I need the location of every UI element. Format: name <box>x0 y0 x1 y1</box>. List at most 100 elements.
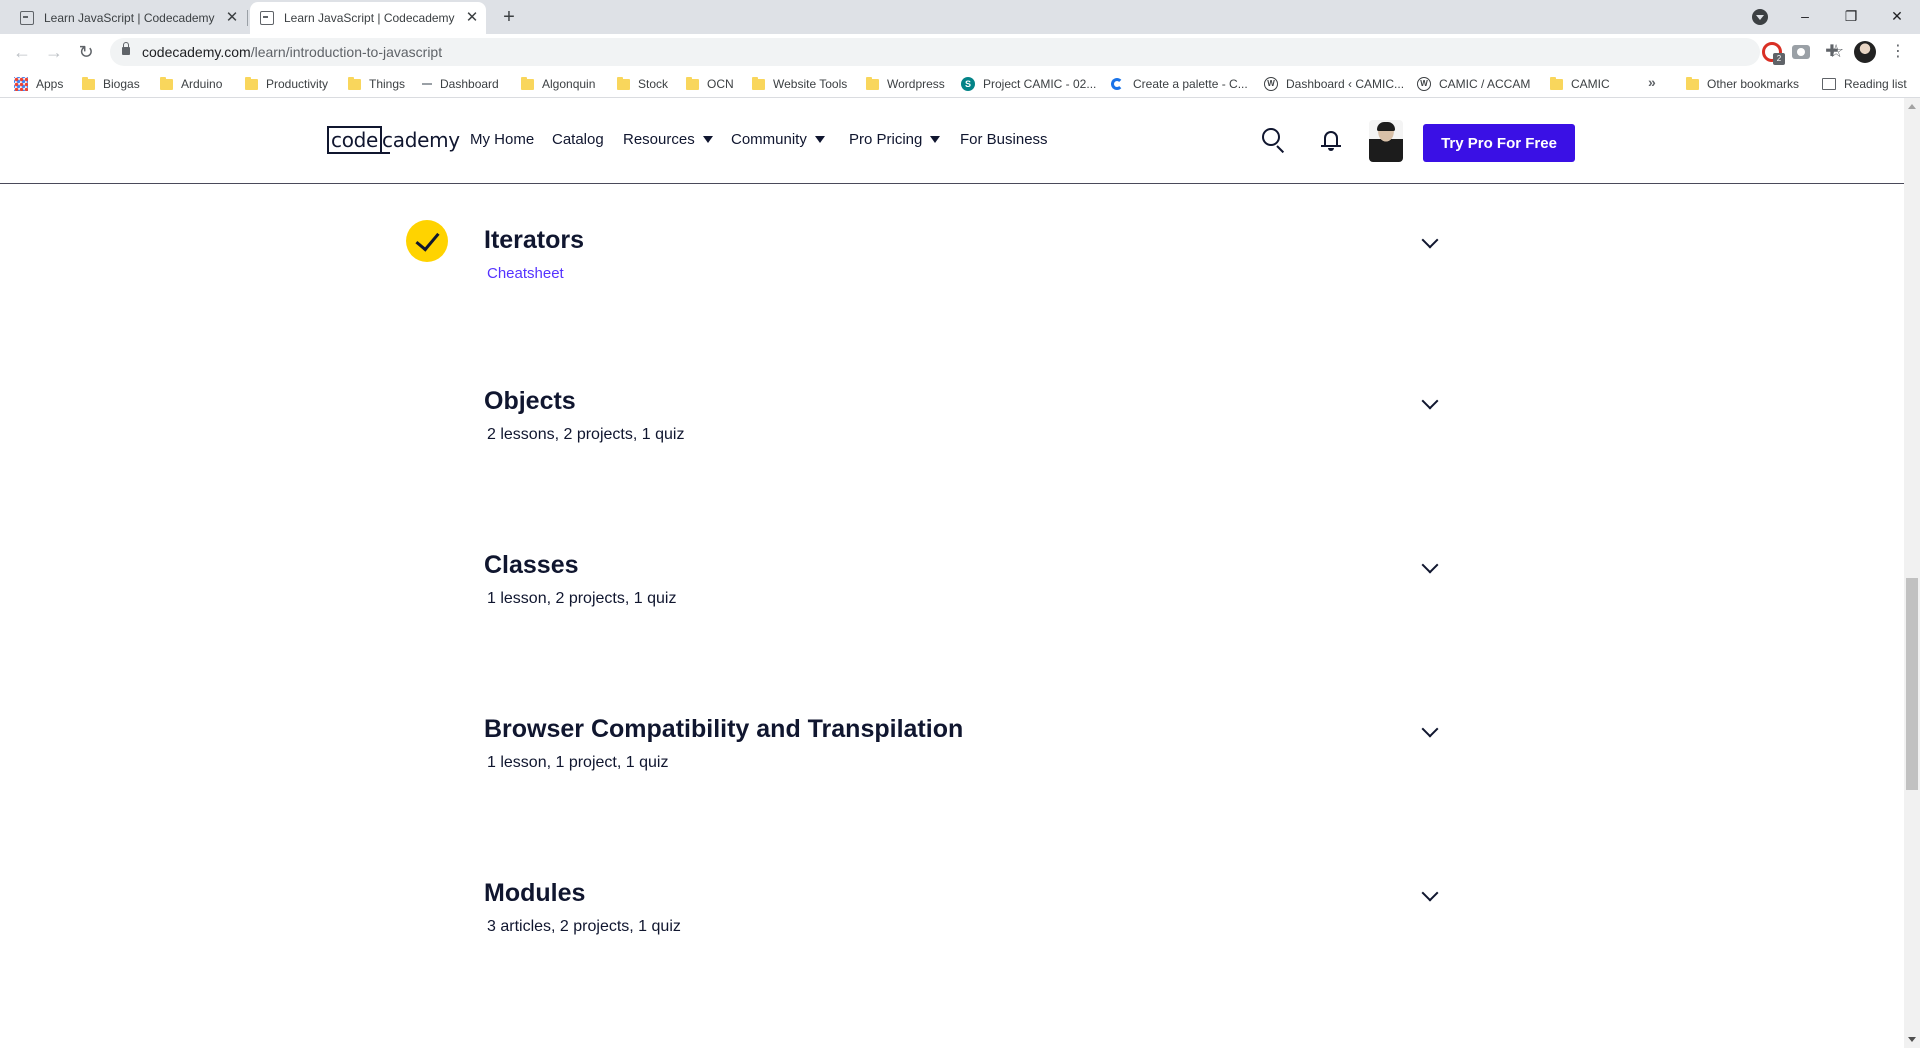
module-title: Iterators <box>484 226 585 254</box>
tab-search-icon[interactable] <box>1752 9 1768 25</box>
bookmark-folder[interactable]: Things <box>348 76 405 92</box>
bookmark-folder[interactable]: Wordpress <box>866 76 945 92</box>
wordpress-icon: W <box>1417 77 1431 91</box>
folder-icon <box>686 76 699 90</box>
close-tab-icon[interactable]: ✕ <box>464 10 480 26</box>
chevron-down-icon[interactable] <box>1421 723 1439 741</box>
bookmark-label: Dashboard ‹ CAMIC... <box>1286 77 1405 91</box>
bookmark-link[interactable]: Dashboard <box>422 76 499 92</box>
chevron-down-icon[interactable] <box>1421 559 1439 577</box>
user-avatar[interactable] <box>1369 120 1403 162</box>
caret-down-icon <box>814 136 825 143</box>
bookmark-label: Productivity <box>266 77 329 91</box>
bookmark-folder[interactable]: OCN <box>686 76 734 92</box>
bookmark-folder[interactable]: Algonquin <box>521 76 595 92</box>
search-icon[interactable] <box>1261 127 1287 154</box>
folder-icon <box>82 76 95 90</box>
bookmark-label: CAMIC <box>1571 77 1610 91</box>
bookmarks-bar: Apps Biogas Arduino Productivity Things … <box>0 70 1920 98</box>
bookmark-label: Reading list <box>1844 77 1907 91</box>
bookmark-folder[interactable]: Arduino <box>160 76 222 92</box>
new-tab-button[interactable]: + <box>498 6 520 28</box>
bookmark-link[interactable]: W Dashboard ‹ CAMIC... <box>1264 76 1404 92</box>
nav-catalog[interactable]: Catalog <box>552 131 604 148</box>
lock-icon <box>122 42 130 55</box>
extensions-puzzle-icon[interactable]: ✚ <box>1822 42 1842 62</box>
screenshot-extension-icon[interactable] <box>1792 45 1810 59</box>
codecademy-logo[interactable]: code cademy <box>327 125 460 155</box>
bookmark-label: Arduino <box>181 77 223 91</box>
bookmark-label: Wordpress <box>887 77 945 91</box>
bookmark-folder[interactable]: Website Tools <box>752 76 847 92</box>
folder-icon <box>160 76 173 90</box>
bell-clapper <box>1328 148 1334 151</box>
notifications-bell-icon[interactable] <box>1321 130 1341 152</box>
folder-icon <box>617 76 630 90</box>
wordpress-icon: W <box>1264 77 1278 91</box>
chevron-down-icon[interactable] <box>1421 887 1439 905</box>
caret-down-icon <box>702 136 713 143</box>
reload-button[interactable]: ↻ <box>74 40 98 64</box>
logo-text: cademy <box>380 128 460 154</box>
url-text: codecademy.com/learn/introduction-to-jav… <box>142 44 442 60</box>
nav-label: Pro Pricing <box>849 131 923 148</box>
bookmark-link[interactable]: W CAMIC / ACCAM <box>1417 76 1530 92</box>
restore-button[interactable]: ❐ <box>1838 4 1864 28</box>
other-bookmarks[interactable]: Other bookmarks <box>1686 76 1799 92</box>
try-pro-button[interactable]: Try Pro For Free <box>1423 124 1575 162</box>
back-button[interactable]: ← <box>10 40 34 64</box>
bookmark-label: Dashboard <box>440 77 499 91</box>
extension-icon[interactable]: 2 <box>1762 42 1785 65</box>
browser-tab-strip: Learn JavaScript | Codecademy ✕ Learn Ja… <box>0 0 1920 34</box>
page-content: code cademy My Home Catalog Resources Com… <box>0 98 1904 1048</box>
forward-button[interactable]: → <box>42 40 66 64</box>
module-summary: 3 articles, 2 projects, 1 quiz <box>487 918 681 935</box>
close-tab-icon[interactable]: ✕ <box>224 10 240 26</box>
nav-label: Resources <box>623 131 695 148</box>
chevron-down-icon[interactable] <box>1421 395 1439 413</box>
reading-list[interactable]: Reading list <box>1822 76 1907 92</box>
bookmark-link[interactable]: S Project CAMIC - 02... <box>961 76 1096 92</box>
bookmark-folder[interactable]: CAMIC <box>1550 76 1610 92</box>
folder-icon <box>245 76 258 90</box>
browser-menu-icon[interactable]: ⋮ <box>1888 42 1908 62</box>
scroll-up-arrow-icon[interactable] <box>1908 104 1916 109</box>
profile-avatar[interactable] <box>1854 41 1876 63</box>
nav-my-home[interactable]: My Home <box>470 131 534 148</box>
bookmark-label: Biogas <box>103 77 140 91</box>
logo-boxed-text: code <box>327 126 383 154</box>
nav-resources[interactable]: Resources <box>623 131 713 148</box>
tab-title: Learn JavaScript | Codecademy <box>44 11 215 25</box>
cheatsheet-link[interactable]: Cheatsheet <box>487 265 564 282</box>
nav-label: Community <box>731 131 807 148</box>
chevron-down-icon[interactable] <box>1421 234 1439 252</box>
page-scrollbar[interactable] <box>1904 98 1920 1048</box>
tab-title: Learn JavaScript | Codecademy <box>284 11 455 25</box>
nav-for-business[interactable]: For Business <box>960 131 1048 148</box>
address-bar[interactable]: codecademy.com/learn/introduction-to-jav… <box>110 38 1844 66</box>
folder-icon <box>348 76 361 90</box>
minimize-button[interactable]: – <box>1792 4 1818 28</box>
bookmark-apps[interactable]: Apps <box>14 76 63 92</box>
browser-tab-active[interactable]: Learn JavaScript | Codecademy ✕ <box>250 2 486 34</box>
completed-check-icon <box>406 220 448 262</box>
extension-badge: 2 <box>1773 53 1785 65</box>
module-title: Classes <box>484 551 579 579</box>
bookmark-link[interactable]: Create a palette - C... <box>1111 76 1248 92</box>
caret-down-icon <box>930 136 941 143</box>
bookmark-folder[interactable]: Biogas <box>82 76 140 92</box>
scroll-down-arrow-icon[interactable] <box>1908 1037 1916 1042</box>
nav-pro-pricing[interactable]: Pro Pricing <box>849 131 941 148</box>
bookmark-folder[interactable]: Productivity <box>245 76 328 92</box>
browser-tab[interactable]: Learn JavaScript | Codecademy ✕ <box>10 2 246 34</box>
bookmark-folder[interactable]: Stock <box>617 76 668 92</box>
close-window-button[interactable]: ✕ <box>1884 4 1910 28</box>
bookmark-label: Other bookmarks <box>1707 77 1800 91</box>
sharepoint-icon: S <box>961 77 975 91</box>
nav-community[interactable]: Community <box>731 131 825 148</box>
scrollbar-thumb[interactable] <box>1906 578 1918 790</box>
dash-icon <box>422 83 432 85</box>
bookmark-label: Algonquin <box>542 77 596 91</box>
search-icon-handle <box>1276 145 1285 154</box>
bookmarks-overflow-button[interactable]: » <box>1648 74 1656 90</box>
